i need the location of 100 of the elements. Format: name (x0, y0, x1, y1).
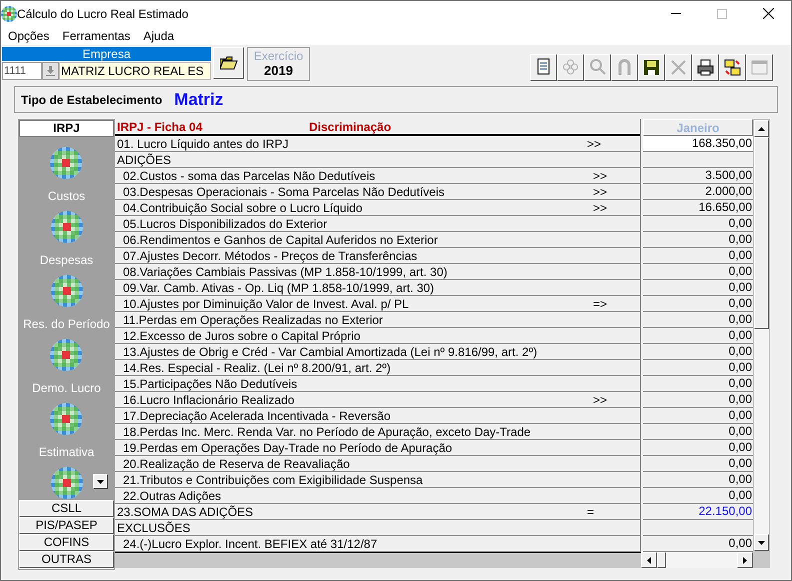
value-cell[interactable]: 0,00 (643, 328, 753, 344)
value-cell[interactable]: 0,00 (643, 232, 753, 248)
exercicio-label: Exercício (254, 49, 304, 63)
ficha-title: IRPJ - Ficha 04 (117, 118, 204, 136)
row-label: 12.Excesso de Juros sobre o Capital Próprio (123, 328, 362, 344)
value-cell[interactable]: 0,00 (643, 536, 753, 552)
save-icon (642, 58, 661, 77)
right-arrow-icon (743, 556, 747, 564)
section-label: ADIÇÕES (117, 152, 172, 168)
row-marker: = (587, 504, 594, 520)
value-cell[interactable]: 0,00 (643, 392, 753, 408)
company-code-field[interactable]: 1111 (2, 62, 42, 80)
tab[interactable]: COFINS (19, 534, 114, 551)
globe-icon (50, 339, 82, 371)
scroll-thumb[interactable] (657, 552, 666, 568)
down-arrow-icon (758, 540, 765, 544)
folders-icon (723, 58, 742, 77)
row-label: 19.Perdas em Operações Day-Trade no Período de Apuração (123, 440, 454, 456)
row-label: 24.(-)Lucro Explor. Incent. BEFIEX até 31/12/87 (123, 536, 378, 552)
value-cell[interactable]: 16.650,00 (643, 200, 753, 216)
value-cell[interactable]: 168.350,00 (643, 136, 753, 152)
exercicio-value: 2019 (264, 63, 293, 79)
value-cell[interactable]: 0,00 (643, 312, 753, 328)
tab[interactable]: PIS/PASEP (19, 517, 114, 534)
tab[interactable]: IRPJ (19, 120, 114, 137)
globe-icon (50, 211, 82, 243)
row-label: 06.Rendimentos e Ganhos de Capital Auferidos no Exterior (123, 232, 439, 248)
establishment-value: Matriz (174, 88, 224, 111)
scroll-up-button[interactable] (754, 120, 769, 137)
value-cell[interactable]: 0,00 (643, 280, 753, 296)
toolbar-button[interactable] (530, 54, 557, 81)
row-label: 17.Depreciação Acelerada Incentivada - Reversão (123, 408, 392, 424)
open-folder-button[interactable] (213, 47, 244, 79)
row-label: 22.Outras Adições (123, 488, 222, 504)
toolbar-button[interactable] (638, 54, 665, 81)
value-cell[interactable]: 0,00 (643, 488, 753, 504)
horizontal-scrollbar[interactable] (641, 552, 753, 568)
establishment-label: Tipo de Estabelecimento (21, 92, 162, 108)
flower-icon (561, 58, 580, 77)
row-label: 15.Participações Não Dedutíveis (123, 376, 298, 392)
row-label: 01. Lucro Líquido antes do IRPJ (117, 136, 290, 152)
value-cell[interactable]: 0,00 (643, 360, 753, 376)
value-cell[interactable]: 0,00 (643, 440, 753, 456)
toolbar-button[interactable] (719, 54, 746, 81)
value-cell[interactable]: 0,00 (643, 456, 753, 472)
menu-item[interactable]: Ajuda (143, 26, 174, 44)
row-marker: >> (587, 136, 602, 152)
row-label: 08.Variações Cambiais Passivas (MP 1.858-10/1999, art. 30) (123, 264, 448, 280)
value-cell[interactable]: 0,00 (643, 408, 753, 424)
row-label: 14.Res. Especial - Realiz. (Lei nº 8.200/91, art. 2º) (123, 360, 392, 376)
scroll-thumb[interactable] (754, 137, 769, 329)
scroll-right-button[interactable] (737, 552, 753, 568)
value-cell[interactable]: 22.150,00 (643, 504, 753, 520)
value-cell[interactable]: 0,00 (643, 296, 753, 312)
scroll-left-button[interactable] (641, 552, 657, 568)
close-icon (762, 8, 774, 19)
row-marker: >> (593, 184, 608, 200)
globe-icon (50, 147, 82, 179)
row-label: 21.Tributos e Contribuições com Exigibilidade Suspensa (123, 472, 424, 488)
row-label: 16.Lucro Inflacionário Realizado (123, 392, 296, 408)
column-header: Discriminação (309, 118, 392, 136)
value-cell[interactable]: 2.000,00 (643, 184, 753, 200)
search-icon (588, 58, 607, 77)
menu-item[interactable]: Opções (8, 26, 50, 44)
value-cell[interactable]: 0,00 (643, 264, 753, 280)
empresa-header: Empresa (2, 47, 211, 61)
row-label: 07.Ajustes Decorr. Métodos - Preços de Transferências (123, 248, 418, 264)
company-name-field[interactable]: MATRIZ LUCRO REAL ES (59, 62, 211, 80)
up-arrow-icon (758, 126, 765, 130)
section-label: EXCLUSÕES (117, 520, 192, 536)
value-cell[interactable]: 0,00 (643, 376, 753, 392)
download-arrow-icon (46, 66, 55, 76)
menu-item[interactable]: Ferramentas (62, 26, 130, 44)
globe-icon (50, 403, 82, 435)
window-icon (750, 58, 769, 77)
row-marker: >> (593, 392, 608, 408)
scroll-down-button[interactable] (93, 474, 108, 489)
tab[interactable]: OUTRAS (19, 551, 114, 568)
globe-icon (50, 467, 82, 499)
row-label: 23.SOMA DAS ADIÇÕES (117, 504, 254, 520)
value-cell[interactable]: 0,00 (643, 472, 753, 488)
value-cell[interactable]: 3.500,00 (643, 168, 753, 184)
value-cell[interactable]: 0,00 (643, 216, 753, 232)
row-label: 13.Ajustes de Obrig e Créd - Var Cambial Amortizada (Lei nº 9.816/99, art. 2º) (123, 344, 538, 360)
scroll-corner (753, 552, 770, 568)
value-cell[interactable]: 0,00 (643, 248, 753, 264)
maximize-icon (717, 8, 727, 18)
globe-icon (50, 275, 82, 307)
row-marker: >> (593, 168, 608, 184)
toolbar-button[interactable] (692, 54, 719, 81)
folder-icon (220, 56, 238, 70)
value-cell[interactable]: 0,00 (643, 344, 753, 360)
row-marker: >> (593, 200, 608, 216)
minimize-icon (671, 13, 681, 14)
vertical-scrollbar[interactable] (753, 119, 770, 552)
tab[interactable]: CSLL (19, 500, 114, 517)
delete-icon (669, 58, 688, 77)
value-cell[interactable]: 0,00 (643, 424, 753, 440)
scroll-down-button[interactable] (754, 534, 769, 551)
row-marker: => (593, 296, 608, 312)
